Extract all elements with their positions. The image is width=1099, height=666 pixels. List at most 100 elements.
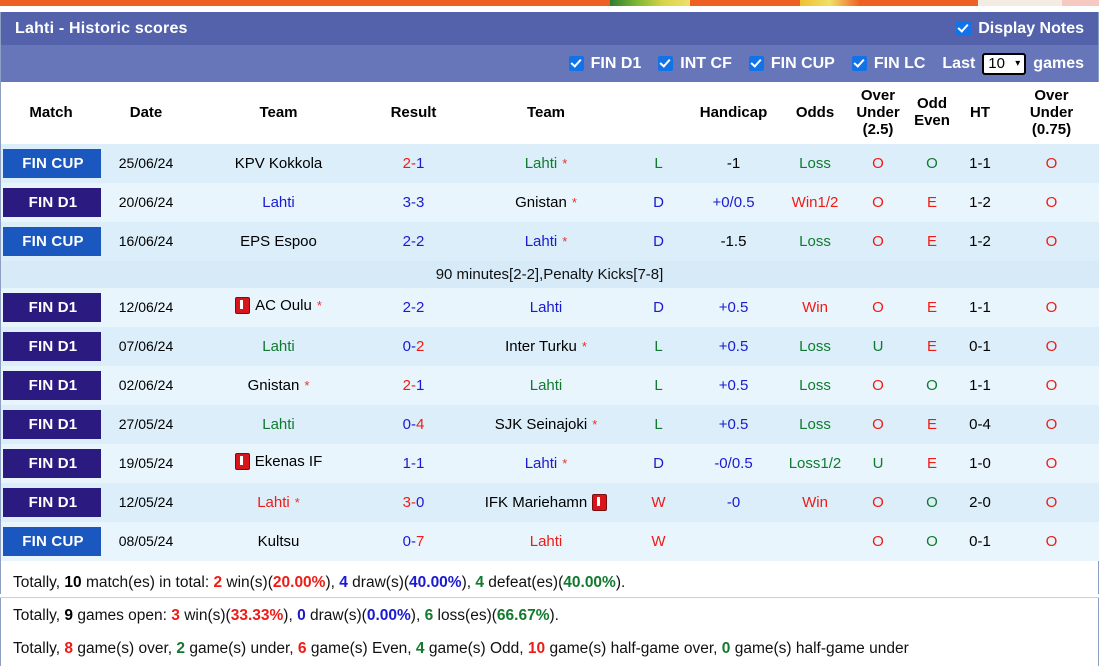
cell-result[interactable]: 2-1 <box>366 366 461 406</box>
col-match: Match <box>1 82 101 145</box>
cell-over-under-25-value: O <box>872 194 884 212</box>
cell-home-team[interactable]: Lahti <box>191 405 366 445</box>
page-title: Lahti - Historic scores <box>15 19 188 37</box>
table-row[interactable]: FIN CUP 16/06/24 EPS Espoo 2-2 Lahti * D -1.5 Lo… <box>1 222 1099 262</box>
cell-over-under-075-value: O <box>1045 416 1058 434</box>
cell-over-under-075-value: O <box>1045 233 1058 251</box>
red-card-icon <box>592 494 608 512</box>
col-odds: Odds <box>781 82 849 145</box>
cell-over-under-075: O <box>1003 405 1099 445</box>
cell-league[interactable]: FIN D1 <box>1 444 103 484</box>
cell-away-team[interactable]: Lahti * <box>461 144 631 184</box>
cell-odds: Win1/2 <box>781 183 849 223</box>
table-row[interactable]: FIN D1 20/06/24 Lahti 3-3 Gnistan * D +0/0.5 Win… <box>1 183 1099 223</box>
cell-home-team[interactable]: Lahti * <box>191 483 366 523</box>
cell-ht: 1-1 <box>957 366 1003 406</box>
fin-d1-checkbox-icon[interactable] <box>568 56 584 71</box>
open-losses-pct: 66.67% <box>496 607 550 625</box>
table-row[interactable]: FIN D1 27/05/24 Lahti 0-4 SJK Seinajoki * L +0.… <box>1 405 1099 445</box>
col-ou075-line2: Under <box>1029 103 1074 121</box>
cell-home-team-label: Lahti <box>262 338 295 356</box>
cell-away-team[interactable]: Lahti <box>461 522 631 562</box>
historic-scores-page: Lahti - Historic scores Display Notes FI… <box>0 0 1099 666</box>
score-home: 3 <box>402 194 411 212</box>
filter-fin-d1[interactable]: FIN D1 <box>568 55 641 73</box>
table-row[interactable]: FIN CUP 25/06/24 KPV Kokkola 2-1 Lahti * L -1 Lo… <box>1 144 1099 184</box>
summary-line-2: Totally, 9 games open: 3 win(s)(33.33%),… <box>13 607 559 625</box>
cell-odds: Loss <box>781 144 849 184</box>
cell-away-team[interactable]: Lahti * <box>461 444 631 484</box>
cell-over-under-075-value: O <box>1045 533 1058 551</box>
cell-home-team[interactable]: AC Oulu * <box>191 288 366 328</box>
cell-result[interactable]: 2-2 <box>366 288 461 328</box>
cell-away-team[interactable]: Lahti <box>461 288 631 328</box>
fin-cup-checkbox-icon[interactable] <box>748 56 764 71</box>
cell-handicap <box>686 522 781 562</box>
cell-date-value: 02/06/24 <box>118 377 174 394</box>
fin-lc-checkbox-icon[interactable] <box>851 56 867 71</box>
cell-home-team[interactable]: Lahti <box>191 183 366 223</box>
summary-section: Totally, 10 match(es) in total: 2 win(s)… <box>1 561 1098 666</box>
cell-over-under-25: U <box>849 444 907 484</box>
cell-away-team-label: Lahti <box>524 155 558 173</box>
cell-home-team[interactable]: Ekenas IF <box>191 444 366 484</box>
table-row[interactable]: FIN D1 07/06/24 Lahti 0-2 Inter Turku * L +0.5 L… <box>1 327 1099 367</box>
display-notes-toggle[interactable]: Display Notes <box>956 20 1084 38</box>
cell-home-team[interactable]: Gnistan * <box>191 366 366 406</box>
cell-league[interactable]: FIN D1 <box>1 405 103 445</box>
cell-league[interactable]: FIN D1 <box>1 183 103 223</box>
cell-home-team[interactable]: Lahti <box>191 327 366 367</box>
cell-away-team[interactable]: IFK Mariehamn <box>461 483 631 523</box>
table-row[interactable]: FIN D1 19/05/24 Ekenas IF 1-1 Lahti * D -0/0.5 L… <box>1 444 1099 484</box>
cell-league[interactable]: FIN CUP <box>1 522 103 562</box>
cell-home-team[interactable]: EPS Espoo <box>191 222 366 262</box>
cell-wdl: L <box>631 366 686 406</box>
cell-home-team-label: EPS Espoo <box>240 233 317 251</box>
cell-result[interactable]: 3-3 <box>366 183 461 223</box>
cell-odds-value: Loss <box>799 416 831 434</box>
cell-league[interactable]: FIN D1 <box>1 366 103 406</box>
cell-over-under-075: O <box>1003 144 1099 184</box>
cell-away-team[interactable]: Inter Turku * <box>461 327 631 367</box>
cell-over-under-25: O <box>849 288 907 328</box>
cell-date: 08/05/24 <box>101 522 191 562</box>
filter-fin-cup[interactable]: FIN CUP <box>748 55 835 73</box>
cell-league[interactable]: FIN D1 <box>1 327 103 367</box>
cell-league[interactable]: FIN D1 <box>1 288 103 328</box>
cell-result[interactable]: 0-4 <box>366 405 461 445</box>
cell-handicap: +0.5 <box>686 405 781 445</box>
cell-away-team[interactable]: Lahti <box>461 366 631 406</box>
cell-away-team[interactable]: Gnistan * <box>461 183 631 223</box>
cell-league[interactable]: FIN CUP <box>1 144 103 184</box>
filter-fin-lc[interactable]: FIN LC <box>851 55 925 73</box>
cell-result[interactable]: 2-2 <box>366 222 461 262</box>
cell-home-team[interactable]: KPV Kokkola <box>191 144 366 184</box>
cell-odds: Loss <box>781 222 849 262</box>
cell-date-value: 20/06/24 <box>118 194 174 211</box>
score-home: 2 <box>402 155 411 173</box>
cell-date-value: 08/05/24 <box>118 533 174 550</box>
table-row[interactable]: FIN D1 12/05/24 Lahti * 3-0 IFK Mariehamn W -0 W… <box>1 483 1099 523</box>
int-cf-checkbox-icon[interactable] <box>658 56 674 71</box>
cell-result[interactable]: 0-7 <box>366 522 461 562</box>
cell-away-team[interactable]: Lahti * <box>461 222 631 262</box>
table-row[interactable]: FIN D1 12/06/24 AC Oulu * 2-2 Lahti D +0.5 Win O E… <box>1 288 1099 328</box>
cell-date: 27/05/24 <box>101 405 191 445</box>
table-row[interactable]: FIN D1 02/06/24 Gnistan * 2-1 Lahti L +0.5 Loss O… <box>1 366 1099 406</box>
table-row[interactable]: FIN CUP 08/05/24 Kultsu 0-7 Lahti W O O 0-1 O <box>1 522 1099 562</box>
cell-league[interactable]: FIN D1 <box>1 483 103 523</box>
cell-away-team[interactable]: SJK Seinajoki * <box>461 405 631 445</box>
cell-result[interactable]: 1-1 <box>366 444 461 484</box>
cell-home-team[interactable]: Kultsu <box>191 522 366 562</box>
cell-handicap-value: +0.5 <box>718 377 749 395</box>
filter-int-cf[interactable]: INT CF <box>658 55 732 73</box>
games-count-select[interactable]: 10 ▾ <box>982 52 1027 75</box>
cell-result[interactable]: 2-1 <box>366 144 461 184</box>
cell-over-under-25-value: O <box>872 155 884 173</box>
cell-league[interactable]: FIN CUP <box>1 222 103 262</box>
cell-result[interactable]: 0-2 <box>366 327 461 367</box>
cell-result[interactable]: 3-0 <box>366 483 461 523</box>
cell-over-under-25: O <box>849 483 907 523</box>
display-notes-checkbox-icon[interactable] <box>956 21 972 36</box>
cell-odd-even: O <box>907 522 957 562</box>
